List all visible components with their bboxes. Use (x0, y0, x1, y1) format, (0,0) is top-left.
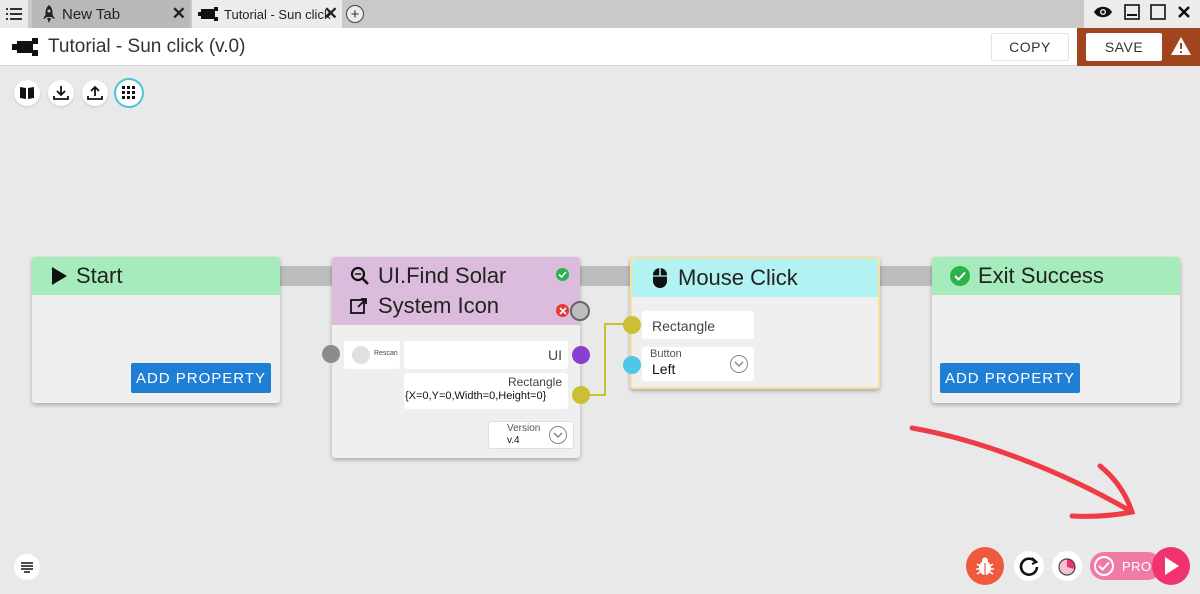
notes-icon[interactable] (14, 554, 40, 580)
annotation-arrow (909, 425, 1136, 519)
bug-icon[interactable] (966, 547, 1004, 585)
pro-label: PRO (1122, 558, 1152, 574)
timer-icon[interactable] (1052, 551, 1082, 581)
check-icon (1094, 556, 1114, 576)
run-play-button[interactable] (1152, 547, 1190, 585)
refresh-icon[interactable] (1014, 551, 1044, 581)
